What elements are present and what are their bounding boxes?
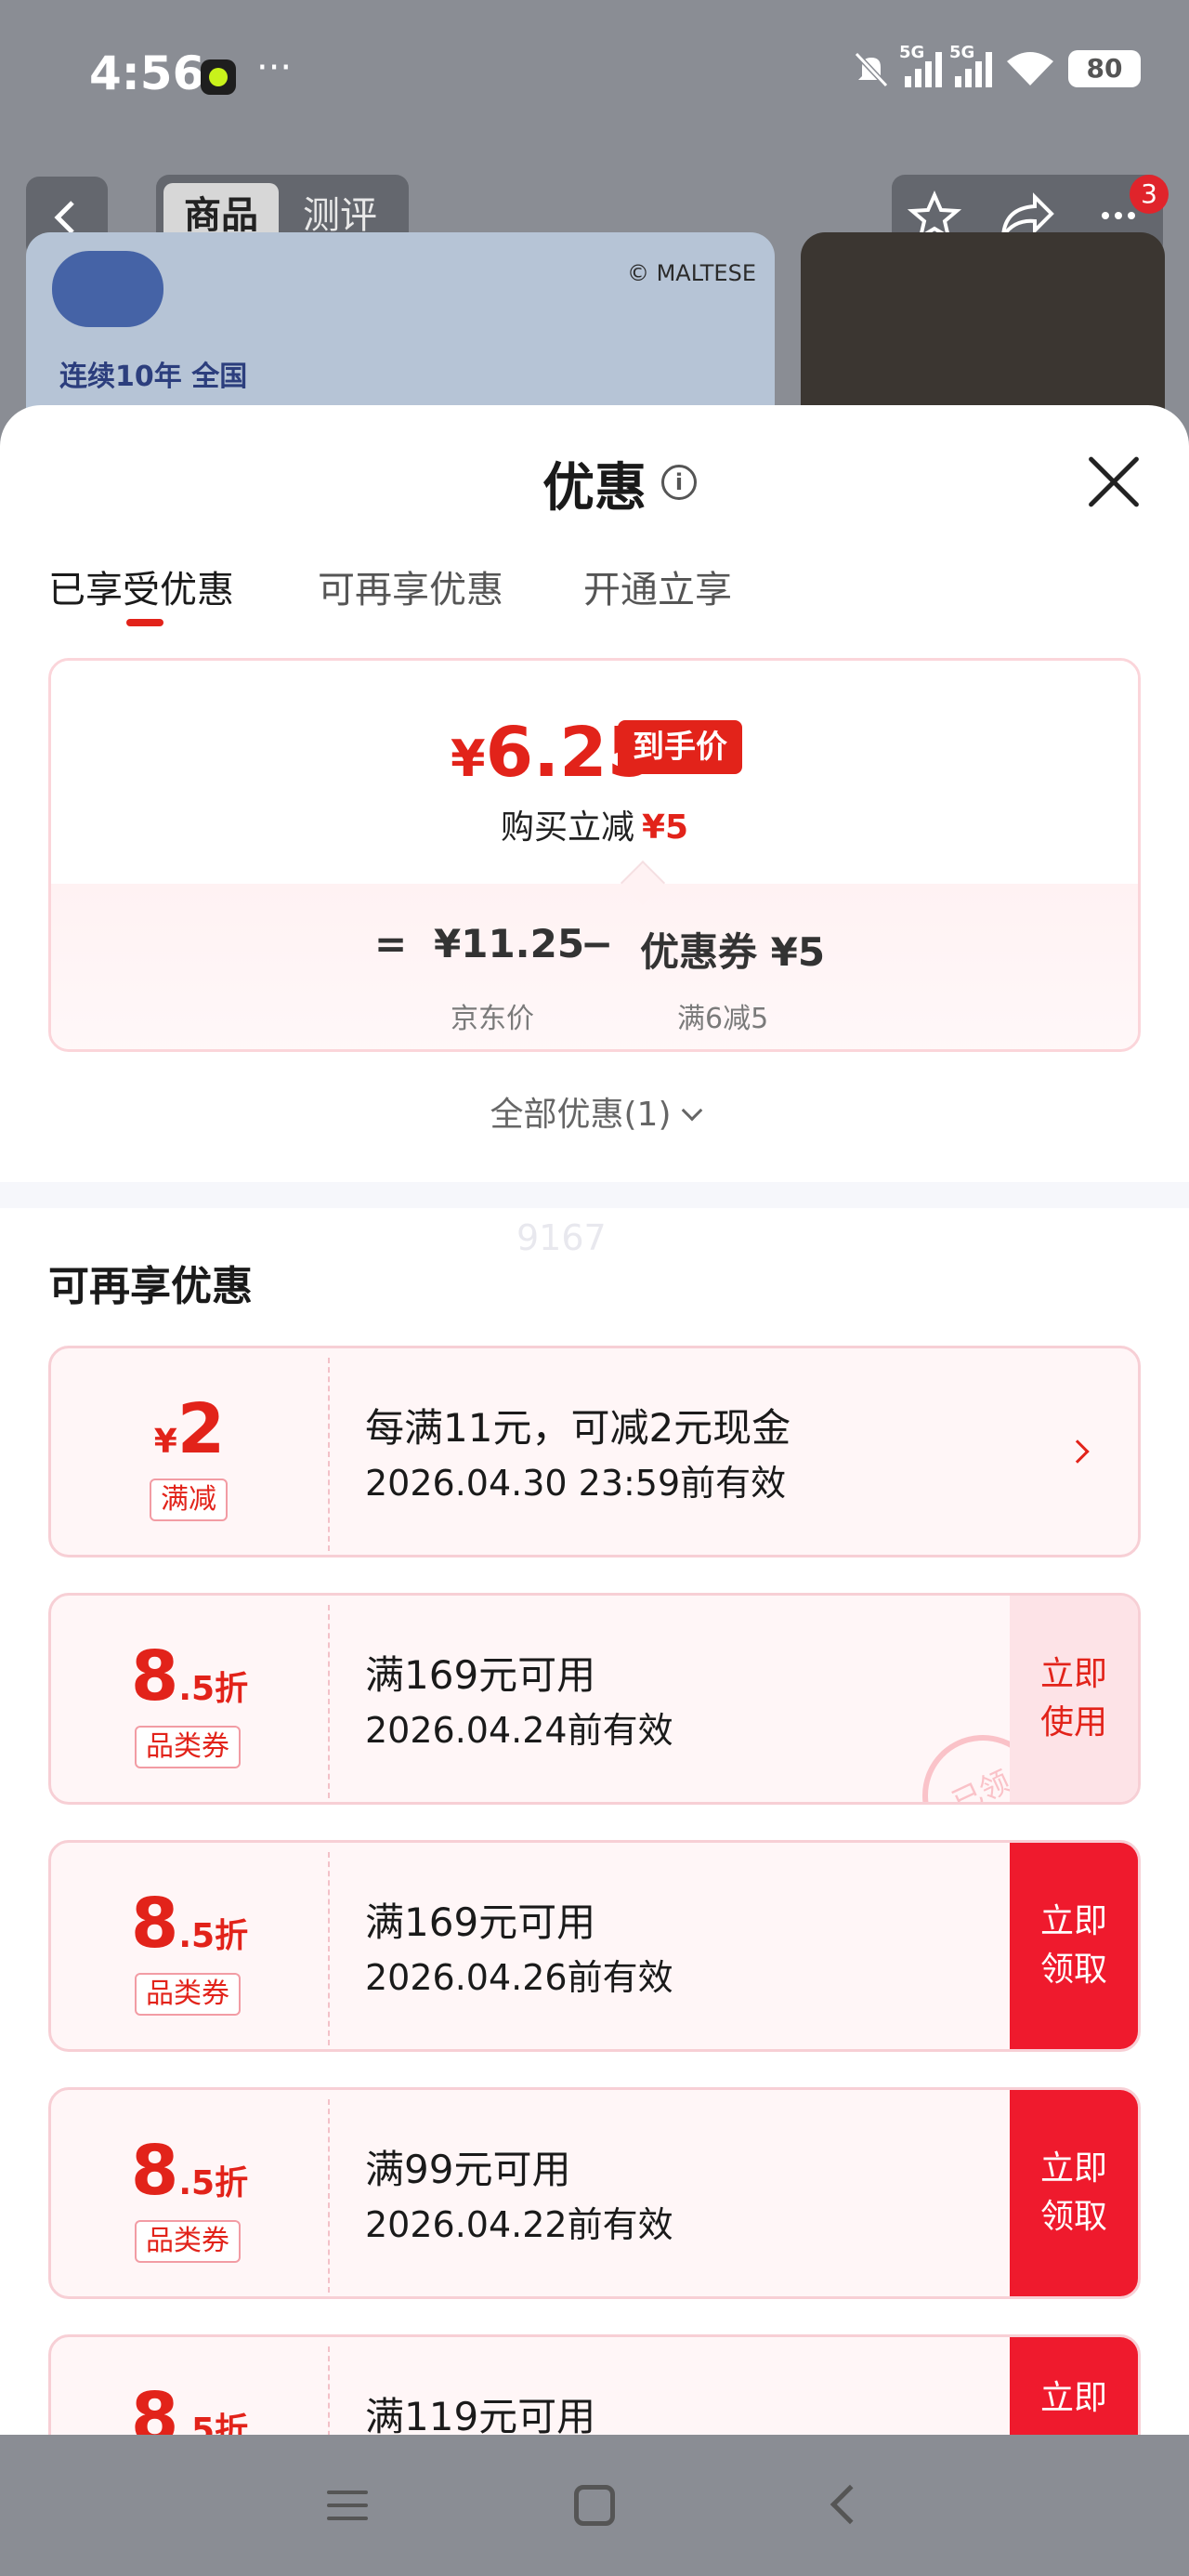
- coupon-condition: 满6减5: [677, 1003, 769, 1035]
- app-indicator-icon: [201, 59, 236, 95]
- coupon-amount: 优惠券 ¥5: [640, 929, 826, 975]
- button-text: 立即 领取: [1040, 1898, 1107, 1994]
- instant-reduction: 购买立减 ¥5: [51, 800, 1138, 848]
- coupon-separator: [328, 1358, 330, 1551]
- status-time: 4:56: [89, 46, 205, 100]
- signal-type: 5G: [899, 43, 925, 62]
- use-now-button[interactable]: 立即 使用: [1010, 1596, 1138, 1802]
- equals-sign: =: [374, 921, 408, 966]
- signal-icon-2: 5G: [949, 43, 992, 87]
- all-offers-label: 全部优惠(1): [490, 1096, 672, 1134]
- active-tab-indicator: [126, 619, 163, 626]
- coupon-value-prefix: ¥: [153, 1423, 177, 1461]
- button-text: 立即 使用: [1040, 1650, 1107, 1747]
- coupon-title: 满99元可用: [365, 2147, 571, 2192]
- menu-icon[interactable]: [327, 2491, 368, 2522]
- button-line-2: 领取: [1039, 2198, 1107, 2236]
- product-slogan: 连续10年 全国: [59, 361, 248, 393]
- tab-more-offers[interactable]: 可再享优惠: [318, 559, 503, 613]
- battery-icon: 80: [1068, 50, 1141, 87]
- claim-now-button[interactable]: 立即 领取: [1010, 2090, 1138, 2296]
- coupon-expiry: 2026.04.22前有效: [365, 2204, 673, 2245]
- coupon-title: 满119元可用: [365, 2394, 596, 2439]
- button-text: 立即 领取: [1040, 2145, 1107, 2241]
- jd-price: ¥11.25: [434, 921, 585, 966]
- price-summary: ¥6.25 到手价 购买立减 ¥5: [51, 661, 1138, 884]
- coupon-value-suffix: .5折: [178, 1917, 249, 1955]
- coupon-value-suffix: .5折: [178, 1670, 249, 1708]
- wifi-icon: [1007, 52, 1053, 85]
- back-icon[interactable]: [830, 2484, 870, 2525]
- reduce-amount: ¥5: [641, 808, 689, 847]
- price-formula: = ¥11.25 − 优惠券 ¥5 京东价 满6减5: [51, 884, 1138, 1049]
- button-line-1: 立即: [1039, 2149, 1107, 2188]
- status-icons: 5G 5G 80: [851, 43, 1141, 89]
- cart-badge: 3: [1130, 175, 1169, 214]
- button-line-1: 立即: [1039, 1902, 1107, 1940]
- coupon-value-main: 2: [176, 1389, 226, 1469]
- coupon-expiry: 2026.04.26前有效: [365, 1957, 673, 1998]
- coupon-value-suffix: .5折: [178, 2164, 249, 2202]
- star-icon: [907, 191, 962, 242]
- coupon-card[interactable]: 8.5折 品类券 满169元可用 2026.04.26前有效 立即领取: [48, 1840, 1141, 2052]
- signal-type-2: 5G: [949, 43, 975, 62]
- coupon-separator: [328, 1852, 330, 2045]
- status-more-icon: ···: [256, 46, 293, 89]
- all-offers-toggle[interactable]: 全部优惠(1): [0, 1087, 1189, 1136]
- coupon-type-label: 品类券: [135, 1726, 241, 1768]
- tab-open-enjoy[interactable]: 开通立享: [583, 559, 732, 613]
- watermark: 9167: [516, 1217, 607, 1258]
- price-breakdown-card: ¥6.25 到手价 购买立减 ¥5 = ¥11.25 − 优惠券 ¥5 京东价 满…: [48, 658, 1141, 1052]
- sheet-title: 优惠: [542, 458, 647, 519]
- button-text: 立即: [1040, 2374, 1107, 2423]
- claim-now-button[interactable]: 立即 领取: [1010, 1843, 1138, 2049]
- chevron-down-icon: [681, 1099, 702, 1122]
- button-line-1: 立即: [1039, 1655, 1107, 1693]
- currency-symbol: ¥: [451, 729, 486, 788]
- coupon-title: 每满11元，可减2元现金: [365, 1405, 791, 1451]
- discount-sheet: 优惠 i 已享受优惠 可再享优惠 开通立享 ¥6.25 到手价 购买立减 ¥5 =…: [0, 405, 1189, 2576]
- coupon-card[interactable]: ¥2 满减 每满11元，可减2元现金 2026.04.30 23:59前有效: [48, 1346, 1141, 1557]
- coupon-value: 8.5折: [51, 1636, 328, 1716]
- coupon-value-main: 8: [130, 1636, 179, 1716]
- section-title: 可再享优惠: [48, 1263, 253, 1310]
- coupon-type-label: 品类券: [135, 2220, 241, 2263]
- coupon-value: 8.5折: [51, 1884, 328, 1964]
- coupon-type-label: 满减: [150, 1479, 228, 1521]
- minus-sign: −: [581, 921, 614, 966]
- jd-price-label: 京东价: [451, 1003, 534, 1035]
- button-line-1: 立即: [1039, 2379, 1107, 2417]
- maltese-label: © MALTESE: [626, 260, 756, 286]
- button-line-2: 使用: [1039, 1703, 1107, 1741]
- coupon-card[interactable]: 8.5折 品类券 满169元可用 2026.04.24前有效 已领 立即 使用: [48, 1593, 1141, 1805]
- coupon-value: ¥2: [51, 1389, 328, 1469]
- coupon-type-label: 品类券: [135, 1973, 241, 2016]
- coupon-separator: [328, 2099, 330, 2293]
- coupon-value-main: 8: [130, 2131, 179, 2211]
- reduce-label: 购买立减: [500, 808, 634, 847]
- final-price-tag: 到手价: [618, 720, 742, 774]
- coupon-value: 8.5折: [51, 2131, 328, 2211]
- share-icon: [1000, 192, 1054, 243]
- coupon-separator: [328, 1605, 330, 1798]
- coupon-title: 满169元可用: [365, 1652, 596, 1698]
- coupon-expiry: 2026.04.30 23:59前有效: [365, 1463, 787, 1504]
- mute-icon: [854, 51, 889, 88]
- status-bar: 4:56 ··· 5G 5G 80: [0, 0, 1189, 158]
- brand-logo: [52, 251, 163, 327]
- section-divider: [0, 1182, 1189, 1208]
- coupon-card[interactable]: 8.5折 品类券 满99元可用 2026.04.22前有效 立即领取: [48, 2087, 1141, 2299]
- home-icon[interactable]: [574, 2485, 615, 2526]
- tab-enjoyed[interactable]: 已享受优惠: [48, 559, 234, 613]
- coupon-title: 满169元可用: [365, 1899, 596, 1945]
- system-nav-bar: [0, 2435, 1189, 2576]
- coupon-expiry: 2026.04.24前有效: [365, 1710, 673, 1751]
- more-icon: [1102, 212, 1109, 219]
- coupon-value-main: 8: [130, 1884, 179, 1964]
- info-icon[interactable]: i: [661, 465, 697, 500]
- close-button[interactable]: [1085, 453, 1143, 511]
- chevron-right-icon[interactable]: [1065, 1439, 1090, 1464]
- signal-icon: 5G: [899, 43, 942, 87]
- button-line-2: 领取: [1039, 1951, 1107, 1989]
